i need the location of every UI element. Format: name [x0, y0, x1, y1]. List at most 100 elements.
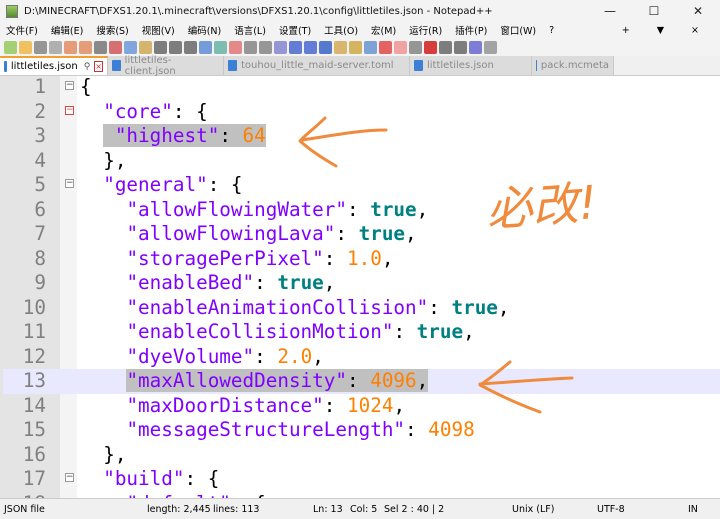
toolbar-button-icon[interactable] — [484, 40, 497, 54]
code-token: , — [312, 344, 324, 368]
toolbar-button-icon[interactable] — [19, 40, 32, 54]
tab-2[interactable]: touhou_little_maid-server.toml — [224, 56, 410, 75]
close-tab-icon[interactable]: × — [94, 61, 103, 72]
toolbar-button-icon[interactable] — [424, 40, 437, 54]
tab-3[interactable]: littletiles.json — [410, 56, 532, 75]
toolbar-button-icon[interactable] — [439, 40, 452, 54]
code-line[interactable]: 8 "storagePerPixel": 1.0, — [3, 247, 720, 272]
editor[interactable]: 1−{2− "core": {3 "highest": 64 4 }, 5− "ge… — [0, 76, 720, 498]
menu-item[interactable]: 语言(L) — [234, 23, 266, 37]
toolbar-button-icon[interactable] — [289, 40, 302, 54]
tab-label: littletiles.json — [427, 60, 494, 71]
toolbar-button-icon[interactable] — [409, 40, 422, 54]
code-line[interactable]: 15 "messageStructureLength": 4098 — [3, 418, 720, 443]
line-number: 6 — [34, 197, 46, 221]
code-line[interactable]: 11 "enableCollisionMotion": true, — [3, 320, 720, 345]
toolbar-button-icon[interactable] — [259, 40, 272, 54]
pin-icon[interactable]: ⚲ — [84, 62, 91, 72]
toolbar-button-icon[interactable] — [454, 40, 467, 54]
tab-4[interactable]: pack.mcmeta — [532, 56, 614, 75]
status-insert-mode: IN — [688, 504, 698, 515]
close-button[interactable]: ✕ — [676, 0, 720, 22]
code-line[interactable]: 17 − "build": { — [3, 467, 720, 492]
toolbar-button-icon[interactable] — [319, 40, 332, 54]
toolbar-button-icon[interactable] — [394, 40, 407, 54]
code-token: : — [393, 320, 417, 343]
toolbar-button-icon[interactable] — [34, 40, 47, 54]
code-line[interactable]: 3 "highest": 64 — [3, 124, 720, 149]
code-text: "enableBed": true, — [80, 271, 335, 296]
code-token: "maxDoorDistance" — [126, 393, 324, 417]
tab-1[interactable]: littletiles-client.json — [108, 55, 224, 77]
toolbar-button-icon[interactable] — [49, 40, 62, 54]
toolbar-button-icon[interactable] — [124, 40, 137, 54]
toolbar-button-icon[interactable] — [199, 40, 212, 54]
fold-toggle-icon[interactable]: − — [65, 179, 74, 188]
minimize-button[interactable]: — — [588, 0, 632, 22]
toolbar-button-icon[interactable] — [364, 40, 377, 54]
toolbar-button-icon[interactable] — [169, 40, 182, 54]
toolbar-button-icon[interactable] — [4, 40, 17, 54]
code-token: true — [358, 222, 406, 245]
code-text: }, — [80, 443, 126, 468]
code-line[interactable]: 2 − "core": { — [3, 100, 720, 125]
toolbar-button-icon[interactable] — [229, 40, 242, 54]
menu-item[interactable]: 搜索(S) — [96, 23, 128, 37]
menu-control-button[interactable]: + — [622, 25, 630, 36]
menu-item[interactable]: 运行(R) — [409, 23, 442, 37]
toolbar-button-icon[interactable] — [109, 40, 122, 54]
code-token: , — [393, 393, 406, 417]
fold-toggle-icon[interactable]: − — [65, 81, 74, 90]
file-icon — [414, 60, 423, 71]
code-line[interactable]: 4 }, — [3, 149, 720, 174]
code-line[interactable]: 6 "allowFlowingWater": true, — [3, 198, 720, 223]
menu-control-button[interactable]: × — [691, 25, 699, 36]
menu-control-button[interactable]: ▼ — [657, 25, 664, 36]
toolbar-button-icon[interactable] — [214, 40, 227, 54]
code-line[interactable]: 9 "enableBed": true, — [3, 271, 720, 296]
menu-item[interactable]: 工具(O) — [324, 23, 358, 37]
code-line[interactable]: 16 }, — [3, 443, 720, 468]
code-token: "enableAnimationCollision" — [126, 295, 429, 319]
toolbar-button-icon[interactable] — [244, 40, 257, 54]
maximize-button[interactable]: ☐ — [632, 0, 676, 22]
toolbar-button-icon[interactable] — [274, 40, 287, 54]
code-line[interactable]: 13 "maxAllowedDensity": 4096, — [3, 369, 720, 394]
fold-toggle-icon[interactable]: − — [65, 105, 74, 115]
menu-item[interactable]: 插件(P) — [455, 23, 487, 37]
menu-item[interactable]: 宏(M) — [371, 23, 396, 37]
code-line[interactable]: 1 −{ — [3, 76, 720, 100]
line-number: 5 — [34, 173, 46, 196]
menu-item[interactable]: 编码(N) — [188, 23, 222, 37]
status-length: length: 2,445 — [147, 504, 211, 515]
toolbar-button-icon[interactable] — [64, 40, 77, 54]
menu-item[interactable]: 设置(T) — [279, 23, 311, 37]
toolbar-button-icon[interactable] — [469, 40, 482, 54]
menu-item[interactable]: 视图(V) — [142, 23, 175, 37]
code-line[interactable]: 7 "allowFlowingLava": true, — [3, 222, 720, 247]
toolbar-button-icon[interactable] — [139, 40, 152, 54]
toolbar-button-icon[interactable] — [79, 40, 92, 54]
menu-item[interactable]: 文件(F) — [6, 23, 38, 37]
status-sel: Sel 2 : 40 | 2 — [384, 504, 445, 515]
menu-item[interactable]: ? — [549, 25, 554, 36]
code-line[interactable]: 14 "maxDoorDistance": 1024, — [3, 394, 720, 419]
code-text: "maxAllowedDensity": 4096, — [80, 369, 429, 394]
toolbar-button-icon[interactable] — [154, 40, 167, 54]
toolbar-button-icon[interactable] — [379, 40, 392, 54]
code-line[interactable]: 12 "dyeVolume": 2.0, — [3, 345, 720, 370]
code-line[interactable]: 5 − "general": { — [3, 173, 720, 198]
tab-0[interactable]: littletiles.json ⚲ × — [0, 56, 108, 75]
menu-item[interactable]: 窗口(W) — [500, 23, 536, 37]
toolbar-button-icon[interactable] — [334, 40, 347, 54]
toolbar-button-icon[interactable] — [349, 40, 362, 54]
fold-toggle-icon[interactable]: − — [65, 473, 74, 482]
toolbar-button-icon[interactable] — [304, 40, 317, 54]
menu-item[interactable]: 编辑(E) — [51, 23, 83, 37]
toolbar-button-icon[interactable] — [184, 40, 197, 54]
code-line[interactable]: 10 "enableAnimationCollision": true, — [3, 296, 720, 321]
toolbar-button-icon[interactable] — [94, 40, 107, 54]
